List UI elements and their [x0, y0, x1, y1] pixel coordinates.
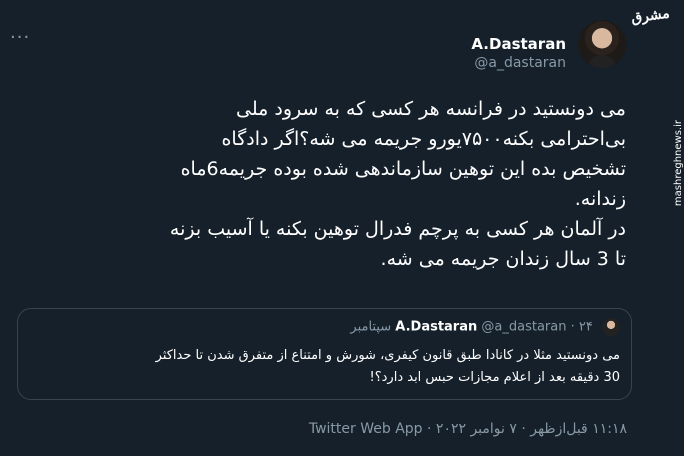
- more-options-button[interactable]: ···: [10, 29, 32, 47]
- quoted-line: 30 دقیقه بعد از اعلام مجازات حبس ابد دار…: [369, 370, 620, 385]
- watermark-logo: مشرق: [630, 5, 671, 27]
- watermark: مشرق mashreghnews.ir: [630, 0, 684, 206]
- tweet-line: بی‌احترامی بکنه۷۵۰۰یورو جریمه می شه؟اگر …: [221, 128, 626, 150]
- watermark-url: mashreghnews.ir: [673, 120, 684, 207]
- avatar[interactable]: [578, 20, 626, 68]
- quoted-separator: ·: [570, 319, 575, 335]
- tweet-line: می دونستید در فرانسه هر کسی که به سرود م…: [236, 98, 626, 120]
- quoted-line: می دونستید مثلا در کانادا طبق قانون کیفر…: [155, 348, 620, 363]
- author-name[interactable]: A.Dastaran: [471, 35, 566, 53]
- quoted-text: می دونستید مثلا در کانادا طبق قانون کیفر…: [30, 345, 620, 389]
- tweet-line: در آلمان هر کسی به پرچم فدرال توهین بکنه…: [169, 218, 626, 240]
- tweet-line: تا 3 سال زندان جریمه می شه.: [380, 248, 626, 270]
- tweet-line: زندانه.: [574, 188, 626, 210]
- quoted-avatar: [602, 318, 620, 336]
- quoted-header: A.Dastaran @a_dastaran · ۲۴ سپتامبر: [350, 318, 620, 336]
- tweet-timestamp[interactable]: ۱۱:۱۸ قبل‌ازظهر · ۷ نوامبر ۲۰۲۲ · Twitte…: [309, 421, 627, 437]
- quoted-tweet[interactable]: A.Dastaran @a_dastaran · ۲۴ سپتامبر می د…: [17, 308, 632, 400]
- author-header: A.Dastaran @a_dastaran: [471, 35, 566, 73]
- tweet-text: می دونستید در فرانسه هر کسی که به سرود م…: [26, 94, 626, 274]
- author-handle[interactable]: @a_dastaran: [471, 53, 566, 73]
- tweet-card: ··· A.Dastaran @a_dastaran مشرق mashregh…: [0, 0, 684, 456]
- avatar-image: [578, 20, 626, 68]
- quoted-author-name: A.Dastaran: [395, 319, 478, 335]
- tweet-line: تشخیص بده این توهین سازماندهی شده بوده ج…: [180, 158, 626, 180]
- quoted-author-handle: @a_dastaran: [481, 319, 567, 335]
